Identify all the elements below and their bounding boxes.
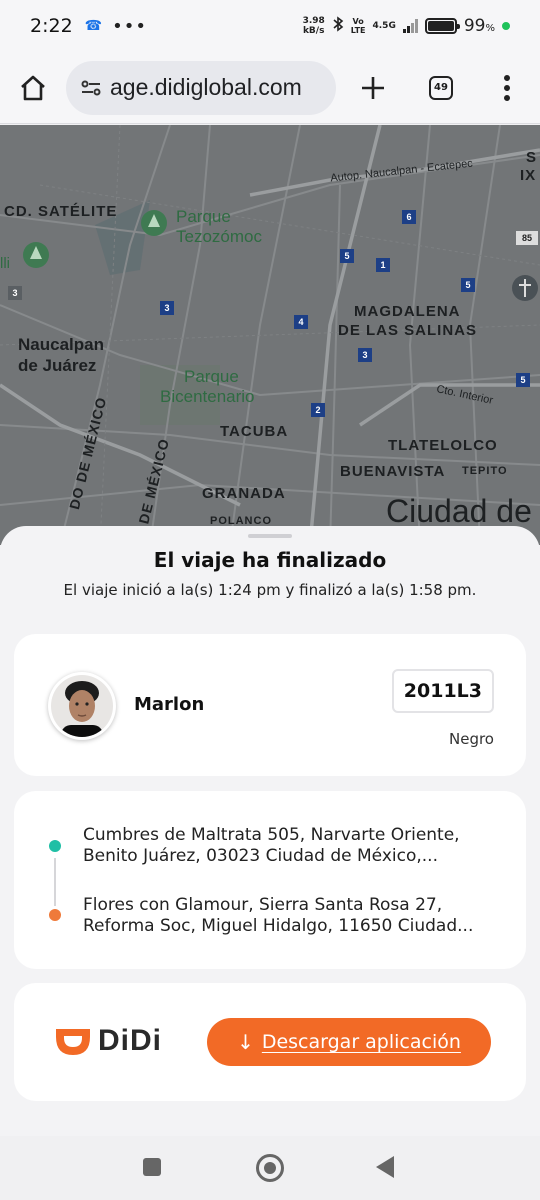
route-shield: 3	[8, 286, 22, 300]
site-info-icon[interactable]	[80, 78, 102, 98]
map-label-ciudad: Ciudad de	[386, 493, 532, 529]
route-shield: 3	[160, 301, 174, 315]
route-shield: 3	[358, 348, 372, 362]
car-color: Negro	[449, 730, 494, 748]
map-label-satelite: CD. SATÉLITE	[4, 203, 118, 220]
url-text: age.didiglobal.com	[110, 74, 302, 100]
signal-icon	[402, 19, 418, 33]
home-button[interactable]	[0, 52, 66, 124]
new-tab-icon	[362, 76, 384, 99]
map-label-magdalena-1: MAGDALENA	[354, 303, 461, 320]
driver-card: Marlon 2011L3 Negro	[14, 634, 526, 776]
phone-call-icon: ☎	[84, 18, 103, 34]
map-label-magdalena-2: DE LAS SALINAS	[338, 322, 478, 339]
battery-fill	[427, 21, 454, 31]
more-options-button[interactable]	[474, 52, 540, 124]
destination-dot-icon	[49, 909, 61, 921]
map-label-ix: IX	[520, 167, 537, 184]
route-connector	[54, 858, 56, 906]
tab-switcher-icon: 49	[429, 75, 453, 100]
driver-avatar	[48, 672, 116, 740]
battery-percent: 99%	[463, 16, 495, 36]
status-left-icons: ☎ •••	[85, 16, 147, 37]
network-speed: 3.98 kB/s	[302, 16, 325, 36]
route-shield: 1	[376, 258, 390, 272]
more-options-icon	[504, 74, 510, 101]
map-label-naucalpan-2: de Juárez	[18, 356, 97, 375]
map-label-tepito: TEPITO	[462, 465, 508, 477]
destination-address: Flores con Glamour, Sierra Santa Rosa 27…	[83, 895, 474, 936]
home-nav-button[interactable]	[256, 1154, 284, 1182]
map-label-naucalpan-1: Naucalpan	[18, 335, 104, 354]
home-icon	[21, 75, 45, 100]
map-label-buenavista: BUENAVISTA	[340, 463, 446, 480]
browser-toolbar: age.didiglobal.com 49	[0, 52, 540, 124]
back-button[interactable]	[376, 1156, 394, 1178]
didi-logo: DiDi	[52, 1023, 162, 1059]
volte-indicator: Vo LTE	[350, 17, 366, 35]
map-label-sierra: S	[526, 149, 538, 166]
map-label-tezozomoc-2: Tezozómoc	[176, 227, 262, 246]
battery-icon	[424, 18, 460, 34]
trip-time-summary: El viaje inició a la(s) 1:24 pm y finali…	[63, 581, 477, 599]
trip-map[interactable]: CD. SATÉLITE Parque Tezozómoc Naucalpan …	[0, 125, 540, 545]
status-right-icons: 3.98 kB/s Vo LTE 4.5G 99%	[303, 16, 510, 36]
more-notifications-icon: •••	[112, 15, 147, 37]
route-shield: 6	[402, 210, 416, 224]
address-bar[interactable]: age.didiglobal.com	[66, 60, 336, 115]
route-card: Cumbres de Maltrata 505, Narvarte Orient…	[14, 791, 526, 969]
network-type: 4.5G	[372, 21, 396, 31]
status-bar: 2:22 ☎ ••• 3.98 kB/s Vo LTE 4.5G 99%	[0, 0, 540, 52]
download-button-label: Descargar aplicación	[261, 1031, 461, 1053]
route-shield: 4	[294, 315, 308, 329]
route-shield: 2	[311, 403, 325, 417]
map-label-illi: lli	[0, 255, 10, 272]
trip-summary-sheet: El viaje ha finalizado El viaje inició a…	[0, 526, 540, 1136]
license-plate: 2011L3	[391, 669, 494, 713]
download-app-button[interactable]: ↓ Descargar aplicación	[207, 1018, 491, 1066]
route-shield: 85	[516, 231, 538, 245]
map-label-bicentenario-1: Parque	[184, 367, 239, 386]
privacy-indicator-dot	[502, 22, 510, 30]
map-label-tezozomoc-1: Parque	[176, 207, 231, 226]
recents-button[interactable]	[143, 1158, 161, 1176]
didi-brand-text: DiDi	[98, 1024, 162, 1057]
sheet-drag-handle[interactable]	[248, 534, 292, 538]
bluetooth-icon	[332, 16, 344, 36]
map-label-tacuba: TACUBA	[220, 423, 289, 440]
map-label-granada: GRANADA	[202, 485, 286, 502]
system-nav-bar	[0, 1136, 540, 1200]
origin-dot-icon	[49, 840, 61, 852]
download-card: DiDi ↓ Descargar aplicación	[14, 983, 526, 1101]
trip-status-title: El viaje ha finalizado	[153, 548, 387, 572]
tab-switcher-button[interactable]: 49	[408, 52, 474, 124]
home-nav-icon	[264, 1162, 276, 1174]
map-label-bicentenario-2: Bicentenario	[160, 387, 255, 406]
map-label-tlatelolco: TLATELOLCO	[388, 437, 498, 454]
didi-logo-icon	[56, 1029, 90, 1055]
new-tab-button[interactable]	[338, 52, 408, 124]
route-shield: 5	[340, 249, 354, 263]
origin-address: Cumbres de Maltrata 505, Narvarte Orient…	[83, 825, 460, 866]
driver-name: Marlon	[134, 694, 205, 715]
status-time: 2:22	[30, 15, 73, 37]
route-shield: 5	[461, 278, 475, 292]
download-arrow-icon: ↓	[237, 1030, 254, 1054]
route-shield: 5	[516, 373, 530, 387]
